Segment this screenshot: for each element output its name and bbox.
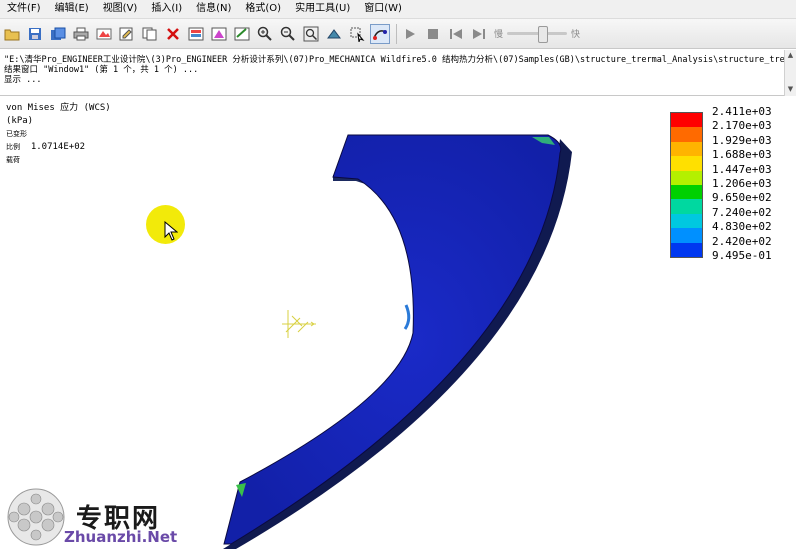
legend-label: 1.206e+03: [712, 177, 772, 190]
scroll-up-icon[interactable]: ▲: [785, 50, 796, 60]
play-icon[interactable]: [400, 24, 420, 44]
menu-item[interactable]: 插入(I): [144, 0, 189, 18]
save-icon[interactable]: [25, 24, 45, 44]
display-icon[interactable]: [186, 24, 206, 44]
legend-swatch: [671, 228, 702, 243]
menu-item[interactable]: 文件(F): [0, 0, 48, 18]
zoom-in-icon[interactable]: [255, 24, 275, 44]
speed-slider-thumb[interactable]: [538, 26, 549, 43]
legend-label: 2.170e+03: [712, 119, 772, 133]
legend-swatch: [671, 170, 702, 186]
legend-label: 4.830e+02: [712, 220, 772, 234]
open-folder-icon[interactable]: [2, 24, 22, 44]
legend-label: 9.495e-01: [712, 249, 772, 262]
menu-item[interactable]: 实用工具(U): [288, 0, 357, 18]
fast-label: 快: [571, 30, 581, 40]
legend-swatch: [671, 242, 702, 258]
edit-icon[interactable]: [117, 24, 137, 44]
zoom-out-icon[interactable]: [278, 24, 298, 44]
legend-label: 1.447e+03: [712, 162, 772, 176]
scroll-down-icon[interactable]: ▼: [785, 84, 796, 94]
legend-swatch: [671, 113, 702, 128]
save-copy-icon[interactable]: [48, 24, 68, 44]
menu-item[interactable]: 视图(V): [96, 0, 145, 18]
legend-label: 1.929e+03: [712, 133, 772, 147]
menu-item[interactable]: 信息(N): [189, 0, 238, 18]
coordinate-system-icon: [282, 310, 316, 338]
repaint-icon[interactable]: [94, 24, 114, 44]
speed-control: 慢 快: [494, 26, 581, 43]
animate-icon[interactable]: [370, 23, 390, 44]
legend-color-bar: [670, 112, 703, 258]
legend-label: 7.240e+02: [712, 205, 772, 219]
toolbar-separator: [396, 23, 397, 44]
legend-swatch: [671, 199, 702, 214]
orient-icon[interactable]: [324, 24, 344, 44]
speed-slider[interactable]: [507, 26, 568, 43]
menu-bar: 文件(F) 编辑(E) 视图(V) 插入(I) 信息(N) 格式(O) 实用工具(U) 窗口(…: [0, 0, 796, 19]
slow-label: 慢: [494, 30, 504, 40]
message-line: 结果窗口 "Window1" (第 1 个，共 1 个) ...: [4, 65, 199, 75]
legend-swatch: [671, 185, 702, 200]
print-icon[interactable]: [71, 24, 91, 44]
edit-definition-icon[interactable]: [232, 24, 252, 44]
mouse-cursor-icon: [164, 221, 178, 241]
message-scrollbar[interactable]: ▲ ▼: [784, 50, 796, 96]
message-area: "E:\清华Pro_ENGINEER工业设计院\(3)Pro_ENGINEER …: [0, 50, 796, 96]
step-forward-icon[interactable]: [469, 24, 489, 44]
legend-swatch: [671, 213, 702, 229]
step-back-icon[interactable]: [446, 24, 466, 44]
legend-label: 2.411e+03: [712, 105, 772, 118]
legend-swatch: [671, 127, 702, 142]
legend-label: 1.688e+03: [712, 148, 772, 162]
zoom-fit-icon[interactable]: [301, 24, 321, 44]
toolbar: 慢 快: [0, 19, 796, 49]
delete-icon[interactable]: [163, 24, 183, 44]
copy-icon[interactable]: [140, 24, 160, 44]
graphics-window[interactable]: von Mises 应力 (WCS) (kPa) 已变形 比例 1.0714E+…: [0, 97, 796, 551]
menu-item[interactable]: 编辑(E): [48, 0, 96, 18]
watermark-url: Zhuanzhi.Net: [64, 528, 178, 546]
query-icon[interactable]: [347, 24, 367, 44]
legend-label: 2.420e+02: [712, 234, 772, 248]
menu-item[interactable]: 格式(O): [238, 0, 288, 18]
menu-item[interactable]: 窗口(W): [357, 0, 409, 18]
shade-icon[interactable]: [209, 24, 229, 44]
message-line: 显示 ...: [4, 75, 42, 85]
legend-label: 9.650e+02: [712, 191, 772, 205]
legend-swatch: [671, 156, 702, 171]
legend-swatch: [671, 141, 702, 157]
stop-icon[interactable]: [423, 24, 443, 44]
message-line: "E:\清华Pro_ENGINEER工业设计院\(3)Pro_ENGINEER …: [4, 55, 796, 65]
